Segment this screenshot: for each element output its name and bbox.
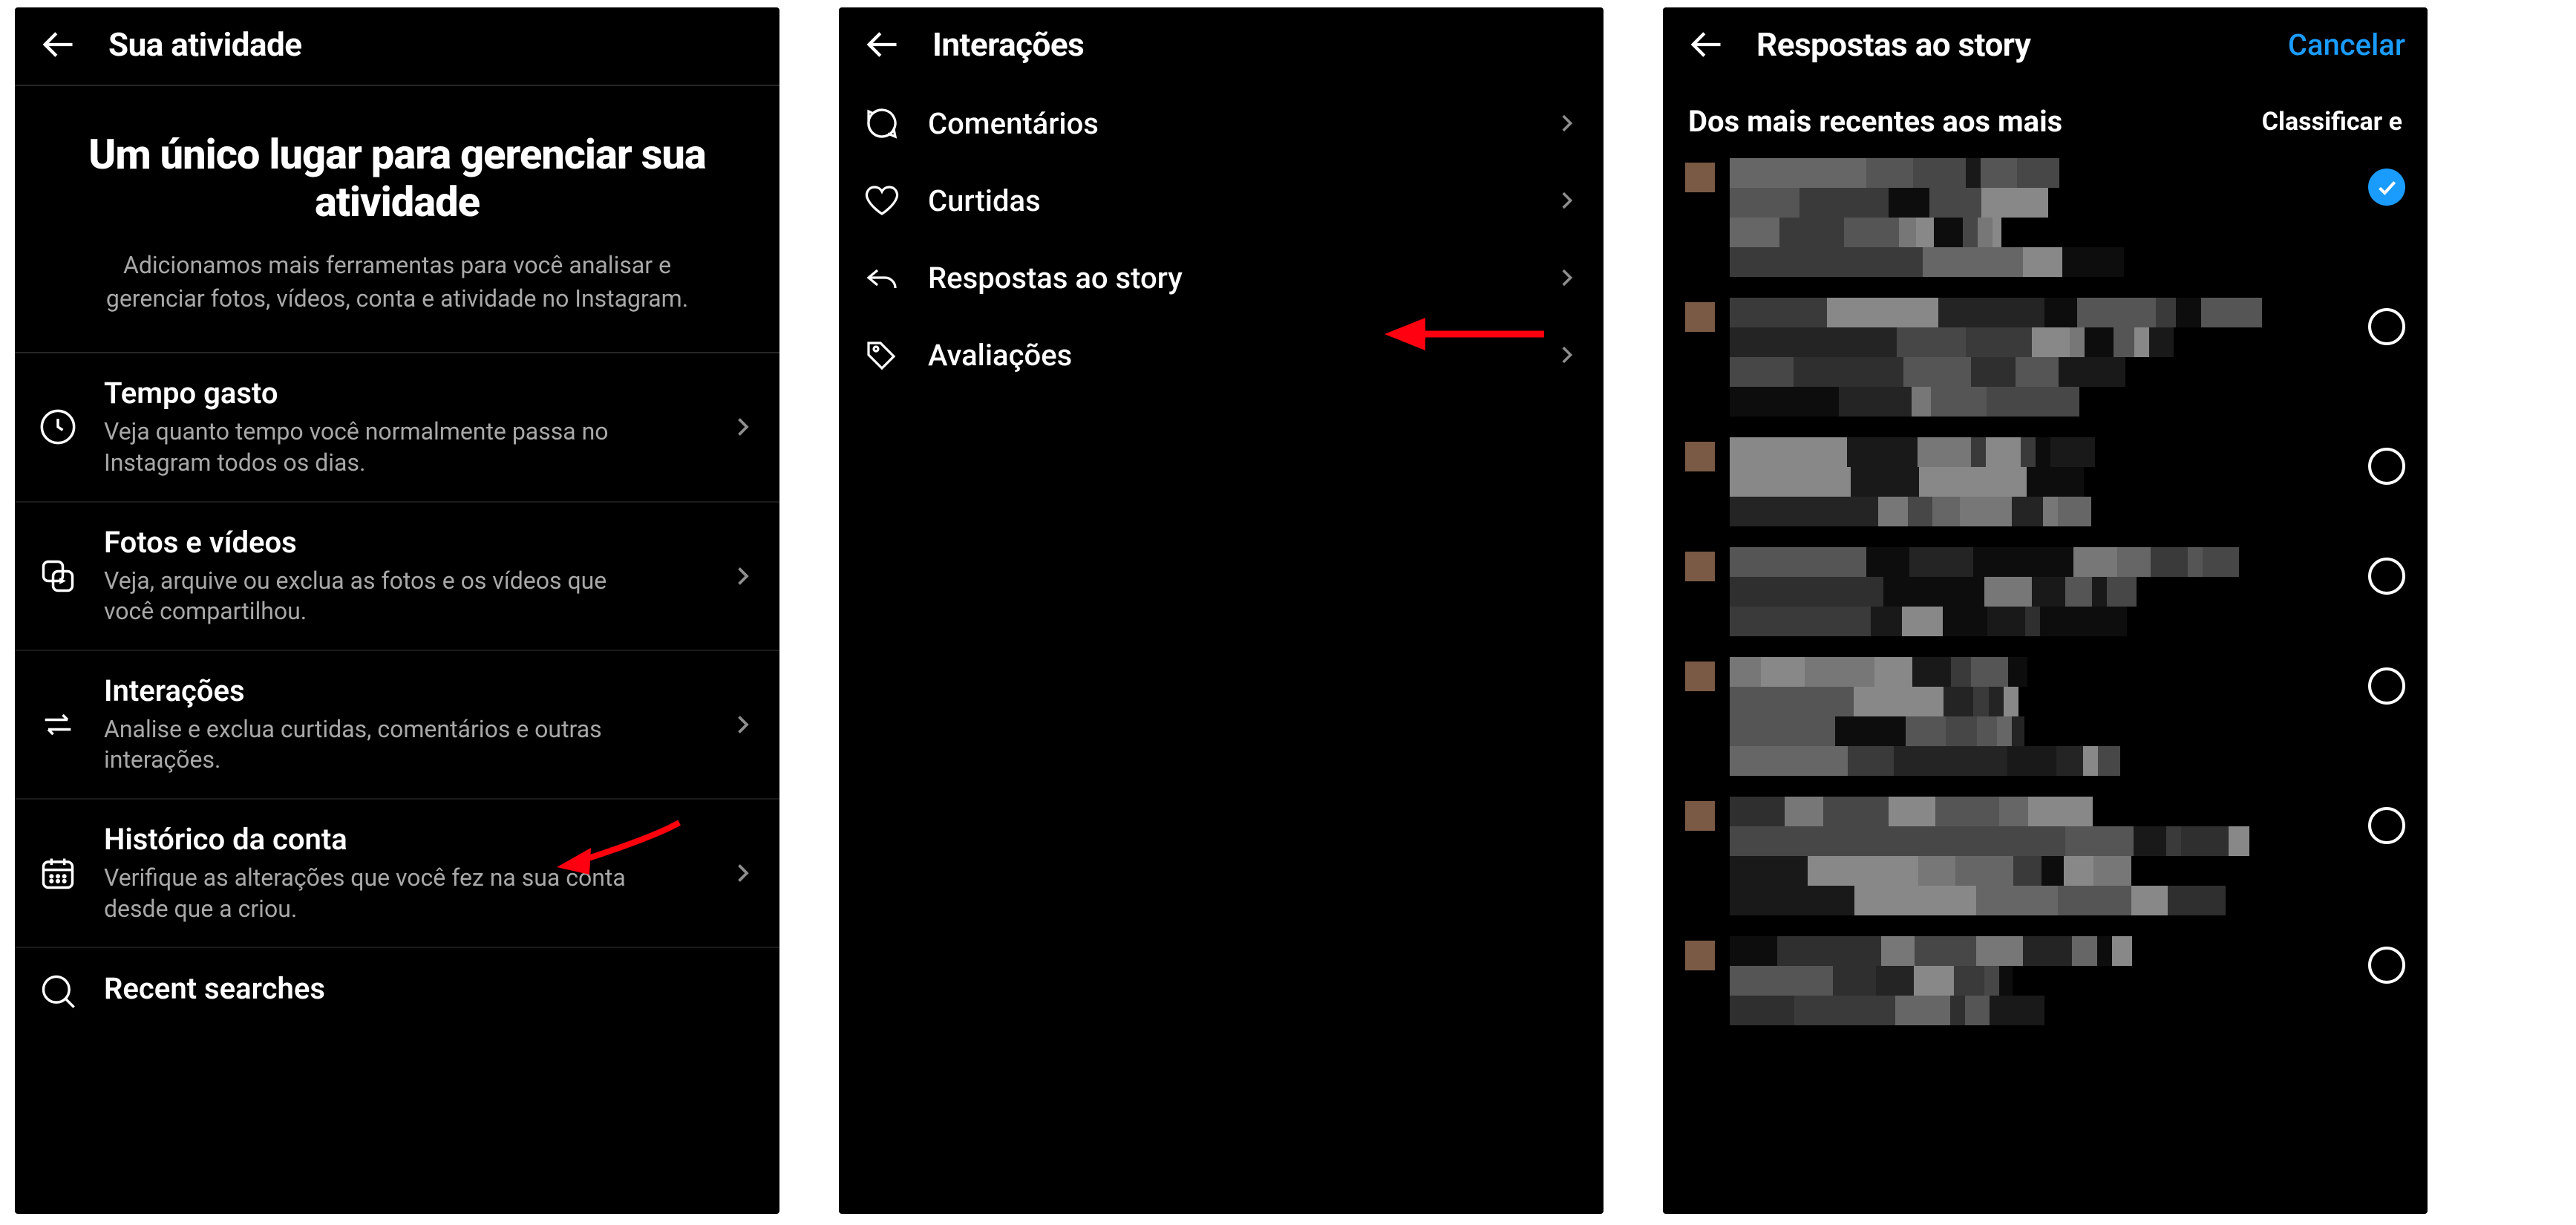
intro-block: Um único lugar para gerenciar sua ativid… xyxy=(15,86,779,353)
avatar xyxy=(1685,552,1715,581)
clock-icon xyxy=(37,406,79,448)
sort-filter-button[interactable]: Classificar e xyxy=(2262,107,2402,137)
item-respostas-story[interactable]: Respostas ao story xyxy=(839,239,1604,316)
sort-label: Dos mais recentes aos mais xyxy=(1688,104,2247,139)
item-label: Comentários xyxy=(928,106,1526,141)
avatar xyxy=(1685,801,1715,831)
row-title: Interações xyxy=(104,673,702,708)
page-title: Sua atividade xyxy=(108,25,302,64)
item-content-redacted xyxy=(1730,298,2353,416)
radio-unselected[interactable] xyxy=(2368,448,2405,485)
chevron-right-icon xyxy=(1552,186,1581,215)
item-content-redacted xyxy=(1730,158,2353,277)
item-label: Curtidas xyxy=(928,183,1526,218)
row-subtitle: Verifique as alterações que você fez na … xyxy=(104,863,638,924)
panel-interacoes: Interações Comentários Curtidas Resposta… xyxy=(839,7,1604,1214)
panel-respostas-story: Respostas ao story Cancelar Dos mais rec… xyxy=(1663,7,2428,1214)
list-item[interactable] xyxy=(1663,537,2428,647)
header-bar: Interações xyxy=(839,7,1604,85)
list-item[interactable] xyxy=(1663,427,2428,537)
chevron-right-icon xyxy=(728,710,757,739)
back-button[interactable] xyxy=(37,24,79,65)
back-button[interactable] xyxy=(861,24,903,65)
comment-icon xyxy=(861,102,903,144)
chevron-right-icon xyxy=(1552,108,1581,138)
avatar xyxy=(1685,163,1715,192)
row-interacoes[interactable]: Interações Analise e exclua curtidas, co… xyxy=(15,651,779,800)
radio-unselected[interactable] xyxy=(2368,807,2405,844)
avatar xyxy=(1685,442,1715,471)
avatar xyxy=(1685,662,1715,691)
header-bar: Sua atividade xyxy=(15,7,779,86)
reply-items xyxy=(1663,148,2428,1036)
avatar xyxy=(1685,941,1715,970)
radio-unselected[interactable] xyxy=(2368,558,2405,595)
item-content-redacted xyxy=(1730,547,2353,636)
item-content-redacted xyxy=(1730,936,2353,1025)
list-item[interactable] xyxy=(1663,926,2428,1036)
avatar xyxy=(1685,302,1715,332)
item-label: Avaliações xyxy=(928,338,1526,373)
interaction-list: Comentários Curtidas Respostas ao story … xyxy=(839,85,1604,393)
item-comentarios[interactable]: Comentários xyxy=(839,85,1604,162)
reply-icon xyxy=(861,257,903,298)
radio-selected[interactable] xyxy=(2368,169,2405,206)
page-title: Interações xyxy=(932,25,1084,64)
intro-heading: Um único lugar para gerenciar sua ativid… xyxy=(59,131,735,226)
row-subtitle: Analise e exclua curtidas, comentários e… xyxy=(104,714,638,776)
chevron-right-icon xyxy=(728,412,757,442)
back-button[interactable] xyxy=(1685,24,1727,65)
media-icon xyxy=(37,555,79,597)
activity-rows: Tempo gasto Veja quanto tempo você norma… xyxy=(15,353,779,1012)
tag-icon xyxy=(861,334,903,376)
row-title: Histórico da conta xyxy=(104,822,702,857)
item-curtidas[interactable]: Curtidas xyxy=(839,162,1604,239)
radio-unselected[interactable] xyxy=(2368,308,2405,345)
item-content-redacted xyxy=(1730,437,2353,526)
row-title: Tempo gasto xyxy=(104,376,702,411)
calendar-icon xyxy=(37,852,79,894)
item-content-redacted xyxy=(1730,657,2353,776)
row-fotos-videos[interactable]: Fotos e vídeos Veja, arquive ou exclua a… xyxy=(15,503,779,651)
radio-unselected[interactable] xyxy=(2368,947,2405,984)
list-item[interactable] xyxy=(1663,647,2428,786)
chevron-right-icon xyxy=(728,561,757,591)
search-icon xyxy=(37,970,79,1012)
radio-unselected[interactable] xyxy=(2368,667,2405,705)
list-item[interactable] xyxy=(1663,287,2428,427)
chevron-right-icon xyxy=(1552,263,1581,293)
cancel-button[interactable]: Cancelar xyxy=(2288,27,2405,62)
intro-description: Adicionamos mais ferramentas para você a… xyxy=(59,249,735,316)
arrows-swap-icon xyxy=(37,704,79,745)
row-tempo-gasto[interactable]: Tempo gasto Veja quanto tempo você norma… xyxy=(15,353,779,502)
item-avaliacoes[interactable]: Avaliações xyxy=(839,316,1604,393)
row-recent-searches[interactable]: Recent searches xyxy=(15,948,779,1012)
row-subtitle: Veja, arquive ou exclua as fotos e os ví… xyxy=(104,566,638,627)
row-historico-conta[interactable]: Histórico da conta Verifique as alteraçõ… xyxy=(15,800,779,948)
sort-bar: Dos mais recentes aos mais Classificar e xyxy=(1663,85,2428,148)
row-title: Recent searches xyxy=(104,971,757,1006)
page-title: Respostas ao story xyxy=(1756,25,2030,64)
row-title: Fotos e vídeos xyxy=(104,525,702,560)
panel-your-activity: Sua atividade Um único lugar para gerenc… xyxy=(15,7,779,1214)
item-label: Respostas ao story xyxy=(928,261,1526,295)
chevron-right-icon xyxy=(728,858,757,888)
list-item[interactable] xyxy=(1663,148,2428,287)
row-subtitle: Veja quanto tempo você normalmente passa… xyxy=(104,416,638,478)
header-bar: Respostas ao story Cancelar xyxy=(1663,7,2428,85)
chevron-right-icon xyxy=(1552,340,1581,370)
list-item[interactable] xyxy=(1663,786,2428,926)
heart-icon xyxy=(861,180,903,221)
item-content-redacted xyxy=(1730,797,2353,915)
